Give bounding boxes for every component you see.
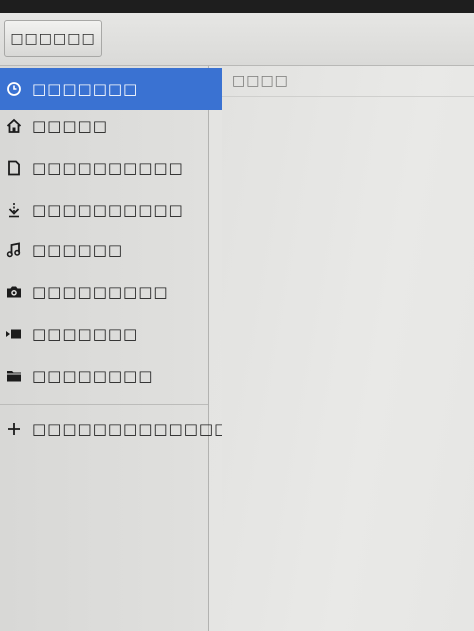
file-chooser-window: □□□□□□ □□□□□□□ □□□□□ □□□□□□□□□□ □□□□□□□□…: [0, 0, 474, 631]
camera-icon: [4, 282, 24, 302]
sidebar-item-pictures[interactable]: □□□□□□□□□: [0, 272, 222, 312]
sidebar-item-label: □□□□□□□□□□: [32, 159, 184, 177]
sidebar-item-downloads[interactable]: □□□□□□□□□□: [0, 190, 222, 230]
sidebar-item-other-locations[interactable]: □□□□□□□□□□□□□□□: [0, 409, 259, 449]
downloads-icon: [4, 200, 24, 220]
open-button[interactable]: □□□□□□: [4, 20, 102, 57]
places-sidebar: □□□□□□□ □□□□□ □□□□□□□□□□ □□□□□□□□□□ □□□□…: [0, 66, 259, 631]
sidebar-item-label: □□□□□□□□□: [32, 283, 169, 301]
sidebar-item-label: □□□□□: [32, 117, 108, 135]
home-icon: [4, 116, 24, 136]
sidebar-item-label: □□□□□□□: [32, 80, 139, 98]
sidebar-item-label: □□□□□□□□: [32, 367, 154, 385]
toolbar: □□□□□□: [0, 13, 474, 66]
file-list-header[interactable]: □□□□: [222, 66, 474, 97]
sidebar-divider: [0, 404, 208, 405]
music-icon: [4, 240, 24, 260]
top-bar: [0, 0, 474, 13]
folder-icon: [4, 366, 24, 386]
sidebar-item-music[interactable]: □□□□□□: [0, 230, 222, 270]
file-list-pane[interactable]: □□□□: [222, 66, 474, 631]
column-header-name[interactable]: □□□□: [232, 73, 289, 89]
sidebar-item-home[interactable]: □□□□□: [0, 106, 222, 146]
sidebar-item-label: □□□□□□□□□□: [32, 201, 184, 219]
video-icon: [4, 324, 24, 344]
sidebar-item-documents[interactable]: □□□□□□□□□□: [0, 148, 222, 188]
sidebar-item-label: □□□□□□□: [32, 325, 139, 343]
sidebar-item-folder[interactable]: □□□□□□□□: [0, 356, 222, 396]
recent-clock-icon: [4, 79, 24, 99]
documents-icon: [4, 158, 24, 178]
plus-icon: [4, 419, 24, 439]
sidebar-item-videos[interactable]: □□□□□□□: [0, 314, 222, 354]
sidebar-item-label: □□□□□□: [32, 241, 124, 259]
sidebar-item-recent[interactable]: □□□□□□□: [0, 68, 222, 110]
